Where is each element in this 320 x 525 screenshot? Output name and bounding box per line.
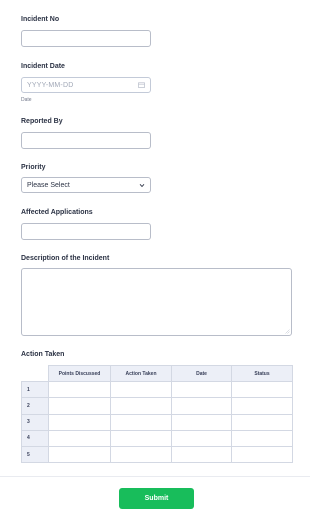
priority-selected-value: Please Select — [27, 182, 70, 189]
table-cell-input[interactable] — [110, 445, 172, 464]
action-taken-label: Action Taken — [21, 351, 65, 358]
table-cell-input[interactable] — [231, 397, 293, 415]
table-cell-input[interactable] — [171, 397, 232, 415]
priority-select[interactable]: Please Select — [21, 177, 151, 193]
incident-no-input[interactable] — [21, 30, 151, 47]
affected-applications-label: Affected Applications — [21, 209, 93, 216]
column-header: Date — [171, 364, 232, 383]
table-header-row: Points Discussed Action Taken Date Statu… — [21, 364, 293, 383]
column-header: Status — [231, 364, 293, 383]
table-cell-input[interactable] — [48, 429, 111, 447]
row-header: 2 — [21, 397, 49, 415]
resize-grip-icon[interactable] — [285, 329, 290, 334]
submit-button[interactable]: Submit — [119, 488, 194, 509]
action-taken-table: Points Discussed Action Taken Date Statu… — [21, 364, 293, 464]
table-cell-input[interactable] — [110, 413, 172, 431]
priority-label: Priority — [21, 164, 46, 171]
table-cell-input[interactable] — [171, 429, 232, 447]
table-cell-input[interactable] — [231, 413, 293, 431]
table-cell-input[interactable] — [48, 445, 111, 464]
row-header: 1 — [21, 381, 49, 399]
row-header: 3 — [21, 413, 49, 431]
column-header: Action Taken — [110, 364, 172, 383]
table-cell-input[interactable] — [110, 429, 172, 447]
table-cell-input[interactable] — [171, 413, 232, 431]
incident-date-label: Incident Date — [21, 63, 65, 70]
table-row: 1 — [21, 381, 293, 399]
reported-by-input[interactable] — [21, 132, 151, 149]
calendar-icon[interactable] — [138, 82, 145, 88]
table-row: 2 — [21, 397, 293, 415]
column-header: Points Discussed — [48, 364, 111, 383]
table-cell-input[interactable] — [231, 381, 293, 399]
form-divider — [0, 476, 310, 477]
table-row: 4 — [21, 429, 293, 447]
reported-by-label: Reported By — [21, 118, 63, 125]
row-header: 5 — [21, 445, 49, 464]
date-placeholder: YYYY-MM-DD — [27, 82, 74, 89]
table-row: 3 — [21, 413, 293, 431]
table-row: 5 — [21, 445, 293, 464]
table-cell-input[interactable] — [48, 397, 111, 415]
description-label: Description of the Incident — [21, 255, 110, 262]
affected-applications-input[interactable] — [21, 223, 151, 240]
row-header: 4 — [21, 429, 49, 447]
table-cell-input[interactable] — [48, 413, 111, 431]
table-cell-input[interactable] — [231, 445, 293, 464]
incident-no-label: Incident No — [21, 16, 60, 23]
table-cell-input[interactable] — [110, 397, 172, 415]
description-textarea[interactable] — [21, 268, 292, 336]
table-corner — [21, 364, 49, 383]
incident-date-input[interactable]: YYYY-MM-DD — [21, 77, 151, 93]
table-cell-input[interactable] — [48, 381, 111, 399]
incident-date-sublabel: Date — [21, 97, 32, 103]
chevron-down-icon — [139, 183, 145, 188]
table-cell-input[interactable] — [171, 445, 232, 464]
table-cell-input[interactable] — [110, 381, 172, 399]
table-cell-input[interactable] — [171, 381, 232, 399]
table-cell-input[interactable] — [231, 429, 293, 447]
